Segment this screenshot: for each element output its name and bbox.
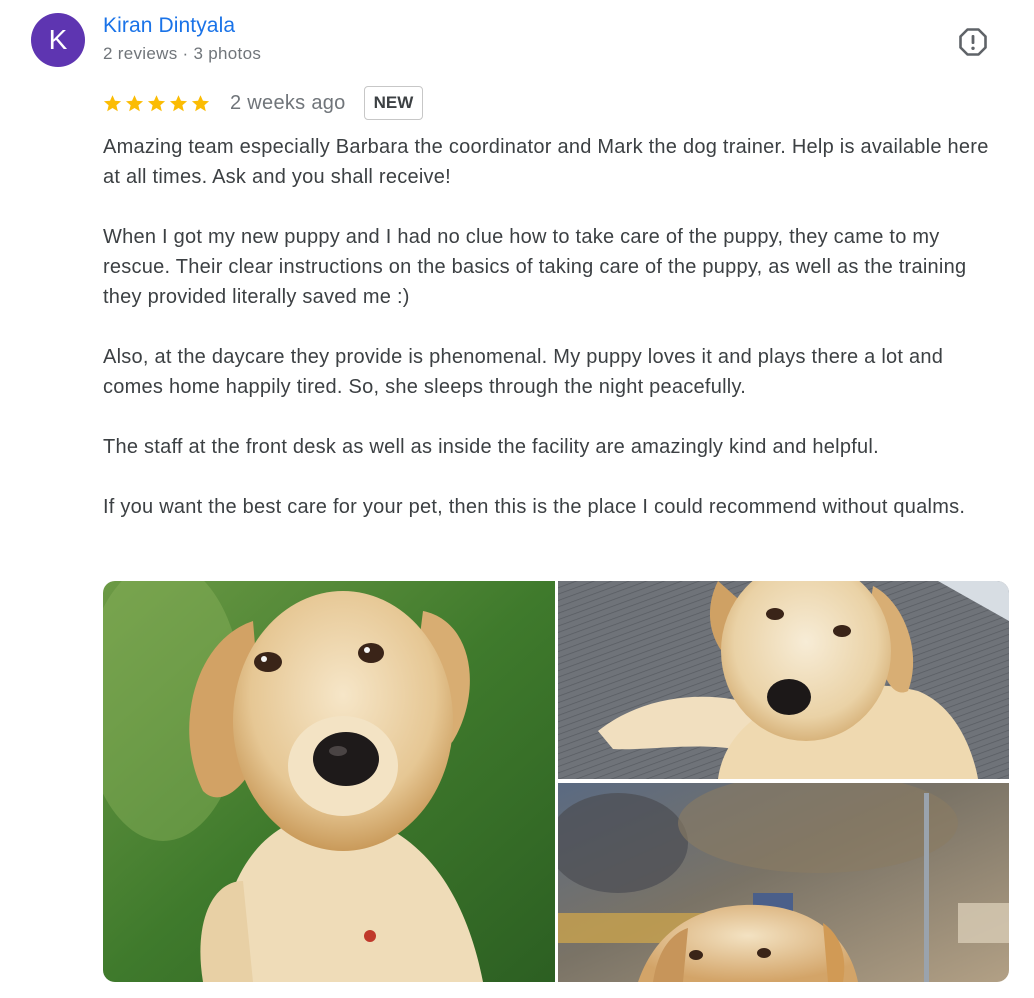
- review-photo-3[interactable]: [558, 783, 1009, 982]
- puppy-on-mat-image: [558, 581, 1009, 779]
- new-badge: NEW: [363, 86, 424, 120]
- star-icon: [103, 94, 122, 111]
- puppy-outdoor-image: [558, 783, 1009, 982]
- review-photo-2[interactable]: [558, 581, 1009, 779]
- star-icon: [169, 94, 188, 111]
- review-paragraph: When I got my new puppy and I had no clu…: [103, 226, 967, 308]
- review-paragraph: Amazing team especially Barbara the coor…: [103, 136, 989, 188]
- star-icon: [125, 94, 144, 111]
- review-paragraph: The staff at the front desk as well as i…: [103, 436, 879, 458]
- author-name-link[interactable]: Kiran Dintyala: [103, 14, 235, 38]
- report-review-button[interactable]: [958, 27, 988, 57]
- report-flag-icon: [959, 28, 987, 56]
- review-time: 2 weeks ago: [230, 91, 346, 114]
- review-text: Amazing team especially Barbara the coor…: [103, 132, 1003, 552]
- star-rating: [103, 94, 210, 113]
- author-meta: 2 reviews · 3 photos: [103, 44, 262, 63]
- rating-row: 2 weeks ago NEW: [103, 86, 424, 120]
- review-paragraph: Also, at the daycare they provide is phe…: [103, 346, 944, 398]
- review-paragraph: If you want the best care for your pet, …: [103, 496, 966, 518]
- star-icon: [191, 94, 210, 111]
- author-avatar[interactable]: K: [31, 13, 85, 67]
- review-photo-1[interactable]: [103, 581, 555, 982]
- star-icon: [147, 94, 166, 111]
- avatar-initial: K: [48, 24, 68, 55]
- puppy-on-grass-image: [103, 581, 555, 982]
